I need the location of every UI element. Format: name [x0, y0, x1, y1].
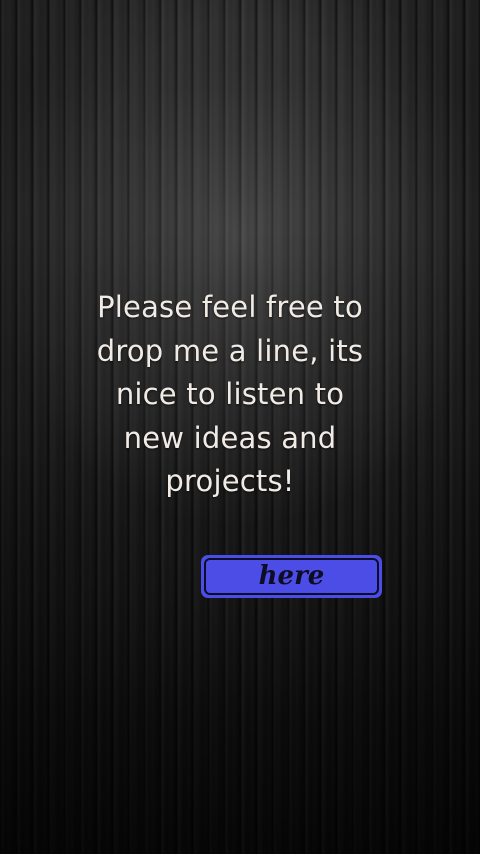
message-line: new ideas and [123, 420, 337, 455]
contact-screen: Please feel free to drop me a line, its … [0, 0, 480, 854]
message-line: Please feel free to [97, 290, 363, 324]
message-line: nice to listen to [115, 377, 345, 411]
message-line: projects! [165, 464, 295, 498]
here-button-frame: here [204, 558, 379, 595]
here-button[interactable]: here [201, 555, 382, 598]
message-line: drop me a line, its [96, 333, 364, 368]
here-button-label: here [258, 560, 325, 591]
contact-message: Please feel free to drop me a line, its … [60, 286, 400, 504]
